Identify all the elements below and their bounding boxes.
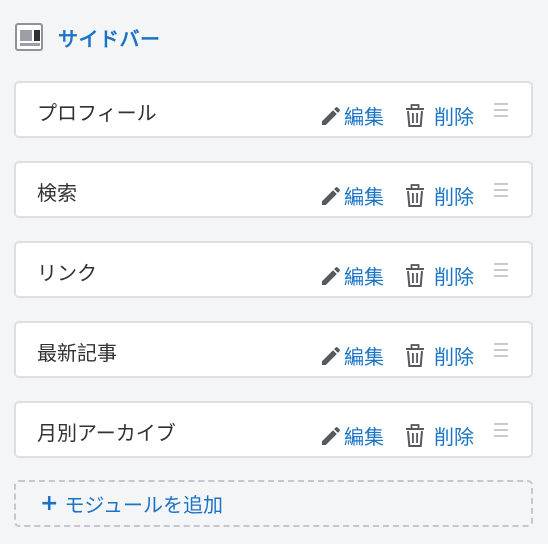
edit-label: 編集 — [344, 185, 384, 209]
trash-icon — [406, 263, 424, 287]
drag-handle-icon[interactable] — [494, 103, 508, 117]
module-row: 月別アーカイブ 編集 削除 — [14, 401, 533, 458]
module-row: リンク 編集 削除 — [14, 241, 533, 298]
delete-button[interactable]: 削除 — [404, 181, 474, 210]
delete-label: 削除 — [434, 185, 474, 209]
delete-label: 削除 — [434, 345, 474, 369]
module-name: 最新記事 — [37, 341, 117, 365]
delete-button[interactable]: 削除 — [404, 101, 474, 130]
delete-button[interactable]: 削除 — [404, 261, 474, 290]
pencil-icon — [322, 106, 341, 125]
pencil-icon — [322, 186, 341, 205]
edit-label: 編集 — [344, 265, 384, 289]
trash-icon — [406, 183, 424, 207]
edit-label: 編集 — [344, 105, 384, 129]
edit-button[interactable]: 編集 — [319, 101, 384, 130]
add-module-button[interactable]: + モジュールを追加 — [14, 480, 533, 527]
pencil-icon — [322, 426, 341, 445]
edit-label: 編集 — [344, 425, 384, 449]
panel-header: サイドバー — [15, 22, 161, 52]
delete-label: 削除 — [434, 265, 474, 289]
delete-label: 削除 — [434, 105, 474, 129]
pencil-icon — [322, 346, 341, 365]
delete-button[interactable]: 削除 — [404, 421, 474, 450]
edit-button[interactable]: 編集 — [319, 261, 384, 290]
delete-button[interactable]: 削除 — [404, 341, 474, 370]
module-name: リンク — [37, 261, 97, 285]
drag-handle-icon[interactable] — [494, 183, 508, 197]
panel-title: サイドバー — [58, 26, 161, 51]
drag-handle-icon[interactable] — [494, 263, 508, 277]
edit-button[interactable]: 編集 — [319, 421, 384, 450]
edit-button[interactable]: 編集 — [319, 341, 384, 370]
module-row: 検索 編集 削除 — [14, 161, 533, 218]
add-module-label: モジュールを追加 — [64, 493, 224, 517]
trash-icon — [406, 103, 424, 127]
module-row: 最新記事 編集 削除 — [14, 321, 533, 378]
edit-button[interactable]: 編集 — [319, 181, 384, 210]
drag-handle-icon[interactable] — [494, 343, 508, 357]
module-row: プロフィール 編集 削除 — [14, 81, 533, 138]
trash-icon — [406, 423, 424, 447]
module-name: 検索 — [37, 181, 77, 205]
module-name: プロフィール — [37, 101, 157, 125]
pencil-icon — [322, 266, 341, 285]
module-name: 月別アーカイブ — [37, 421, 176, 445]
sidebar-modules-panel: サイドバー プロフィール 編集 削除 検索 編集 削除 リンク 編集 削除 最新… — [0, 0, 548, 544]
drag-handle-icon[interactable] — [494, 423, 508, 437]
delete-label: 削除 — [434, 425, 474, 449]
sidebar-layout-icon — [15, 23, 43, 51]
trash-icon — [406, 343, 424, 367]
plus-icon: + — [40, 490, 59, 516]
edit-label: 編集 — [344, 345, 384, 369]
